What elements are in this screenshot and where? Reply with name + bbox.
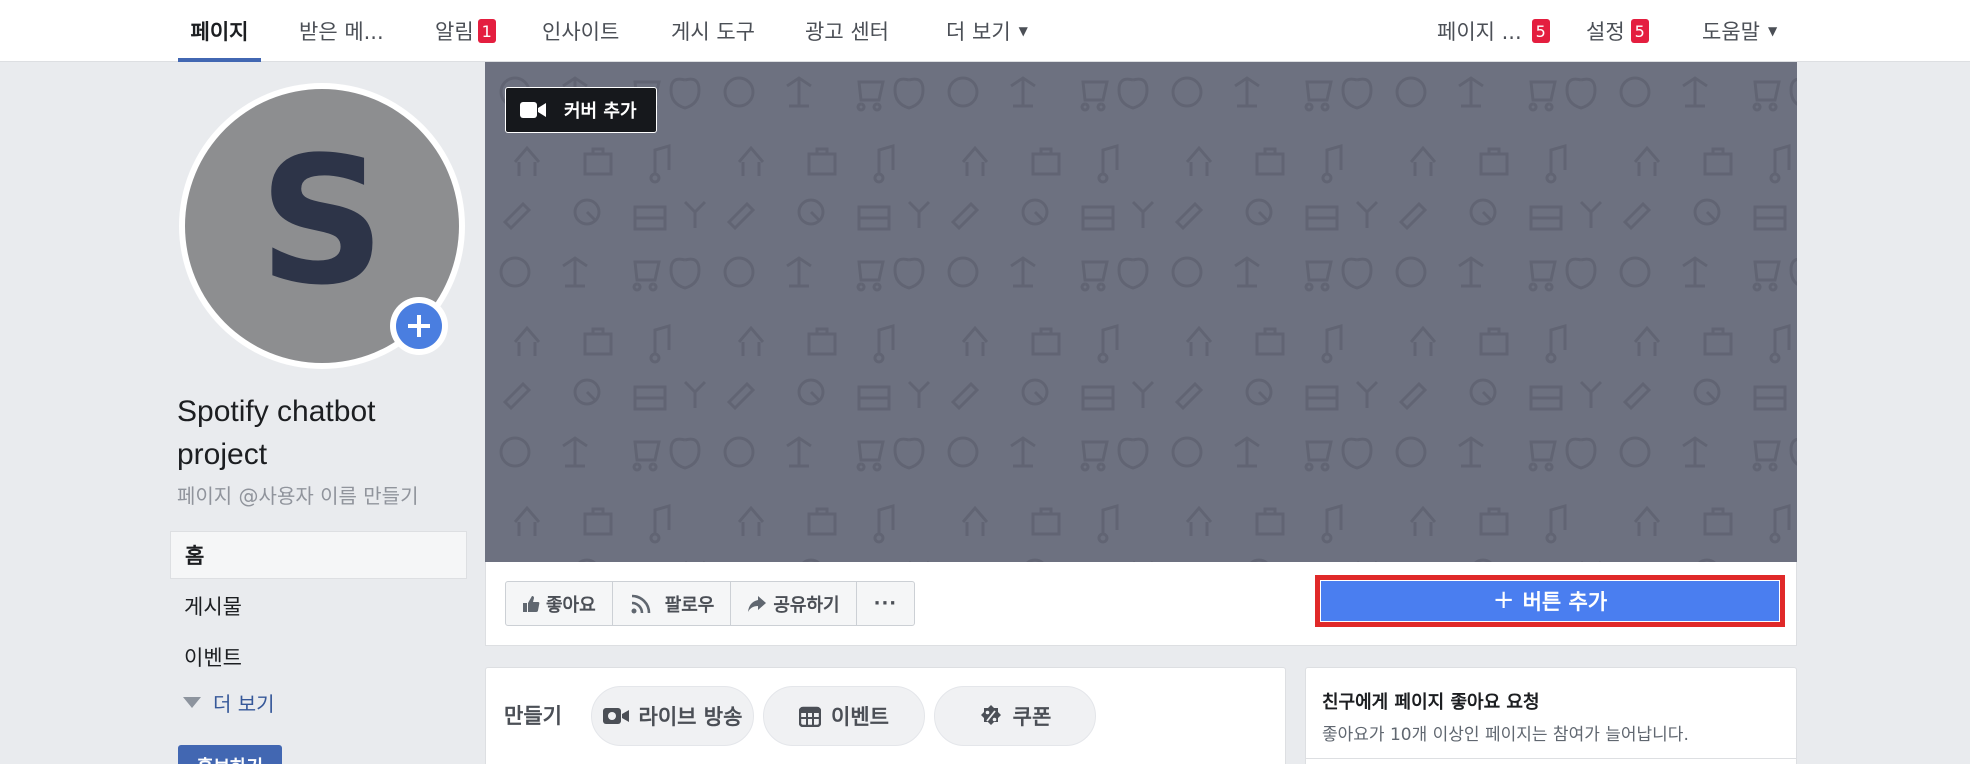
- sidebar-item-label: 이벤트: [184, 646, 242, 670]
- top-navigation: 페이지 받은 메... 알림 1 인사이트 게시 도구 광고 센터 더 보기 ▼…: [0, 0, 1970, 62]
- live-video-button[interactable]: 라이브 방송: [591, 686, 754, 746]
- promote-button[interactable]: 홍보하기: [178, 745, 282, 764]
- page-action-buttons: 좋아요 팔로우 공유하기 ···: [505, 581, 916, 626]
- avatar-letter: S: [258, 119, 386, 324]
- plus-icon: [396, 303, 442, 349]
- page-title[interactable]: Spotify chatbot project: [177, 390, 457, 476]
- invite-subtitle: 좋아요가 10개 이상인 페이지는 참여가 늘어납니다.: [1322, 725, 1689, 745]
- live-video-label: 라이브 방송: [638, 705, 743, 729]
- nav-tab-label: 받은 메...: [299, 20, 384, 44]
- coupon-label: 쿠폰: [1012, 705, 1052, 729]
- plus-icon: +: [1492, 584, 1515, 615]
- sidebar-more-label: 더 보기: [213, 692, 275, 716]
- nav-tab-notifications[interactable]: 알림 1: [435, 0, 496, 62]
- sidebar-item-posts[interactable]: 게시물: [170, 582, 467, 630]
- nav-tab-ad-center[interactable]: 광고 센터: [805, 0, 889, 62]
- nav-tab-insights[interactable]: 인사이트: [542, 0, 619, 62]
- promote-label: 홍보하기: [197, 753, 263, 764]
- chevron-down-icon: ▼: [1767, 24, 1778, 38]
- add-cover-label: 커버 추가: [564, 101, 637, 122]
- cover-photo[interactable]: [485, 62, 1797, 562]
- rss-icon: [631, 594, 650, 613]
- create-label: 만들기: [504, 704, 562, 728]
- nav-tab-publishing-tools[interactable]: 게시 도구: [671, 0, 755, 62]
- triangle-down-icon: [183, 697, 201, 708]
- notification-badge: 5: [1630, 19, 1649, 43]
- event-label: 이벤트: [831, 705, 889, 729]
- thumbs-up-icon: [523, 595, 540, 612]
- like-label: 좋아요: [546, 594, 596, 616]
- divider: [1306, 758, 1796, 759]
- live-video-icon: [602, 708, 629, 724]
- nav-tab-label: 더 보기: [946, 20, 1011, 44]
- sidebar-more-link[interactable]: 더 보기: [183, 688, 275, 717]
- nav-tab-label: 설정: [1586, 20, 1625, 44]
- nav-page-switcher[interactable]: 페이지 ... 5: [1437, 0, 1550, 62]
- nav-tab-label: 페이지: [190, 20, 249, 44]
- share-button[interactable]: 공유하기: [730, 581, 857, 626]
- video-camera-icon: [520, 102, 546, 118]
- nav-tab-page[interactable]: 페이지: [178, 0, 261, 62]
- add-profile-picture-button[interactable]: [390, 297, 448, 355]
- add-cover-button[interactable]: 커버 추가: [505, 87, 657, 133]
- event-button[interactable]: 이벤트: [763, 686, 925, 746]
- more-dots-icon: ···: [873, 593, 898, 614]
- share-arrow-icon: [748, 595, 767, 612]
- nav-tab-label: 인사이트: [542, 20, 620, 44]
- notification-badge: 1: [477, 19, 496, 43]
- nav-tab-inbox[interactable]: 받은 메...: [299, 0, 384, 62]
- coupon-button[interactable]: 쿠폰: [934, 686, 1096, 746]
- notification-badge: 5: [1531, 19, 1550, 43]
- nav-tab-more[interactable]: 더 보기 ▼: [946, 0, 1028, 62]
- sidebar-item-label: 게시물: [184, 595, 242, 619]
- percent-badge-icon: [980, 705, 1001, 725]
- share-label: 공유하기: [773, 594, 840, 616]
- sidebar-item-events[interactable]: 이벤트: [170, 633, 467, 681]
- nav-tab-label: 게시 도구: [671, 20, 755, 44]
- invite-friends-card: 친구에게 페이지 좋아요 요청 좋아요가 10개 이상인 페이지는 참여가 늘어…: [1305, 667, 1797, 764]
- add-button-label: 버튼 추가: [1522, 590, 1608, 614]
- follow-label: 팔로우: [664, 594, 715, 616]
- more-options-button[interactable]: ···: [855, 581, 916, 626]
- nav-tab-label: 알림: [435, 20, 474, 44]
- sidebar-item-label: 홈: [185, 544, 205, 568]
- nav-tab-label: 도움말: [1702, 20, 1760, 44]
- nav-settings[interactable]: 설정 5: [1586, 0, 1649, 62]
- add-button[interactable]: + 버튼 추가: [1321, 581, 1779, 621]
- create-username-link[interactable]: 페이지 @사용자 이름 만들기: [177, 480, 418, 509]
- cover-pattern: [485, 62, 1797, 562]
- create-card: 만들기 라이브 방송 이벤트 쿠폰: [485, 667, 1286, 764]
- like-button[interactable]: 좋아요: [505, 581, 613, 626]
- sidebar-item-home[interactable]: 홈: [170, 531, 467, 579]
- invite-title: 친구에게 페이지 좋아요 요청: [1322, 692, 1540, 713]
- calendar-icon: [799, 706, 822, 727]
- nav-help[interactable]: 도움말 ▼: [1702, 0, 1777, 62]
- follow-button[interactable]: 팔로우: [611, 581, 732, 626]
- nav-tab-label: 페이지 ...: [1437, 20, 1522, 44]
- nav-tab-label: 광고 센터: [805, 20, 889, 44]
- chevron-down-icon: ▼: [1018, 24, 1028, 38]
